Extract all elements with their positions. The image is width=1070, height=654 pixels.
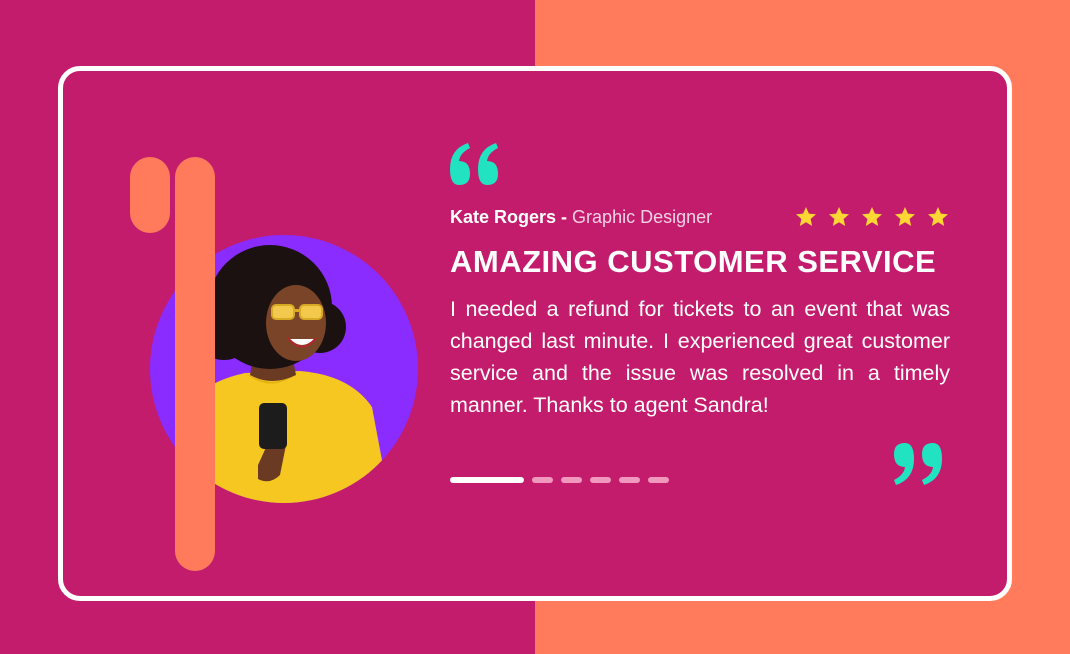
author-name: Kate Rogers - [450, 207, 568, 227]
author-role: Graphic Designer [572, 207, 713, 227]
star-icon [862, 207, 882, 226]
star-icon [796, 207, 816, 226]
testimonial-title: AMAZING CUSTOMER SERVICE [450, 244, 937, 279]
carousel-dot[interactable] [450, 477, 524, 483]
carousel-dot[interactable] [561, 477, 582, 483]
star-icon [928, 207, 948, 226]
carousel-dot[interactable] [532, 477, 553, 483]
testimonial-card: Kate Rogers - Graphic Designer AMAZING C… [58, 66, 1012, 601]
close-quote-icon [894, 443, 942, 485]
star-icon [895, 207, 915, 226]
open-quote-icon [450, 143, 498, 185]
accent-bar-short [130, 157, 170, 233]
testimonial-body: I needed a refund for tickets to an even… [450, 297, 950, 417]
accent-bar-tall [175, 157, 215, 571]
star-rating [793, 205, 951, 229]
carousel-pagination [450, 477, 669, 483]
carousel-dot[interactable] [619, 477, 640, 483]
carousel-dot[interactable] [648, 477, 669, 483]
carousel-dot[interactable] [590, 477, 611, 483]
star-icon [829, 207, 849, 226]
author-line: Kate Rogers - Graphic Designer [450, 207, 712, 228]
